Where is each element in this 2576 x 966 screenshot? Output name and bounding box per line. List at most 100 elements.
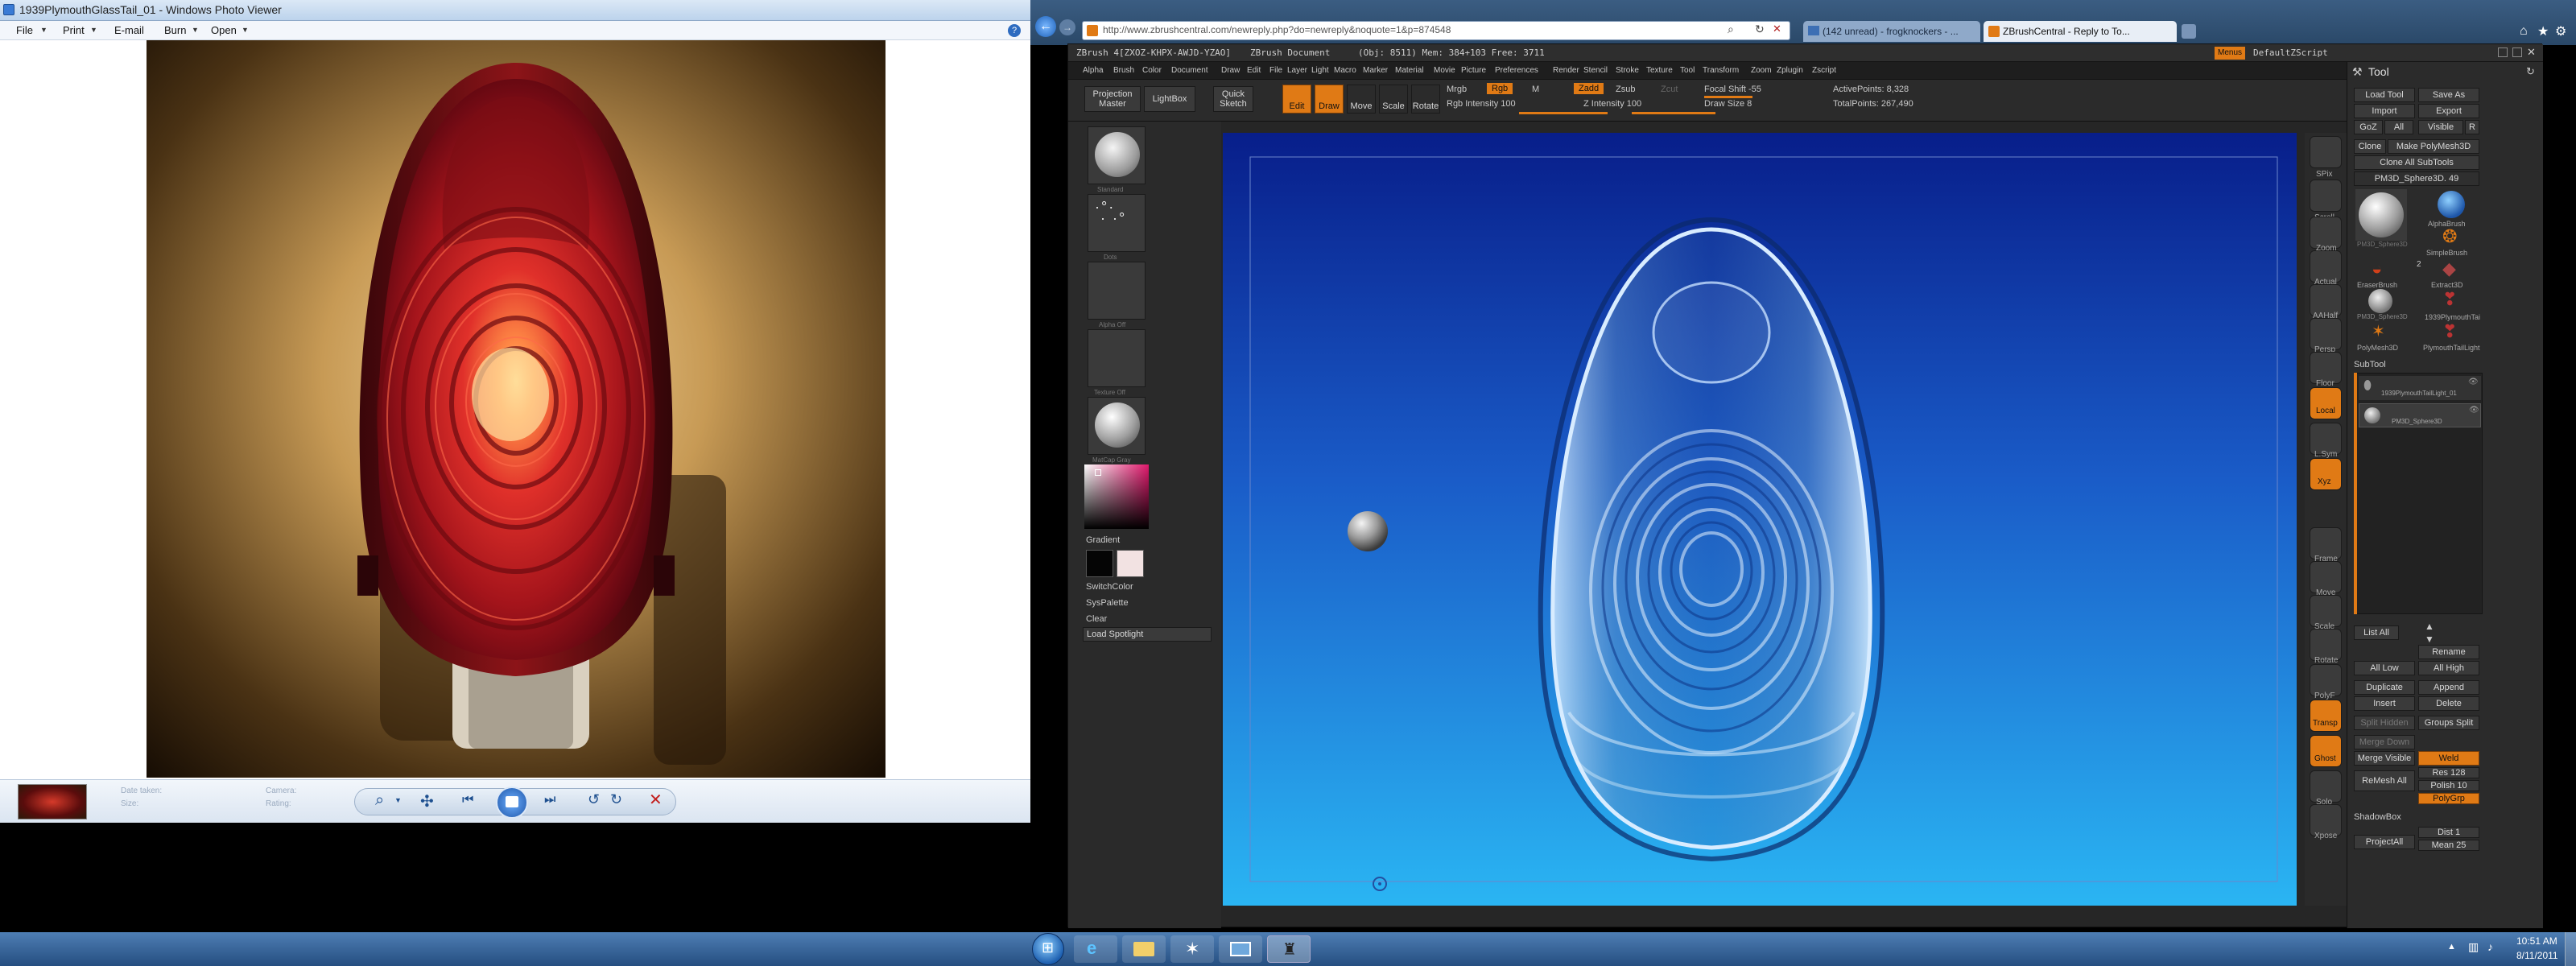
address-search-icon[interactable]: ⌕ [1728, 23, 1734, 36]
menus-toggle[interactable]: Menus [2215, 47, 2246, 60]
res-slider[interactable]: Res 128 [2418, 767, 2479, 778]
clock-time[interactable]: 10:51 AM [2516, 935, 2557, 947]
all-low-button[interactable]: All Low [2354, 661, 2415, 675]
clock-date[interactable]: 8/11/2011 [2516, 950, 2558, 961]
draw-mode-button[interactable]: Draw [1315, 85, 1344, 114]
goz-button[interactable]: GoZ [2354, 120, 2383, 134]
tray-network-icon[interactable]: ▥ [2468, 940, 2479, 954]
settings-gear-icon[interactable]: ⚙ [2555, 23, 2566, 39]
stroke-thumbnail[interactable]: ·°· · ·° [1088, 194, 1146, 252]
zmenu-marker[interactable]: Marker [1363, 66, 1388, 75]
subtool-up-arrow-icon[interactable]: ▲ [2425, 621, 2434, 632]
menu-email[interactable]: E-mail [114, 24, 144, 36]
current-tool-slider[interactable]: PM3D_Sphere3D. 49 [2354, 171, 2479, 186]
plymouth-tail-small-icon[interactable]: ❣ [2442, 289, 2457, 310]
polymesh3d-icon[interactable]: ✶ [2372, 321, 2385, 341]
rgb-intensity-slider[interactable]: Rgb Intensity 100 [1447, 99, 1516, 109]
export-button[interactable]: Export [2418, 104, 2479, 118]
zmenu-zplugin[interactable]: Zplugin [1777, 66, 1803, 75]
extract3d-icon[interactable]: ◆ [2442, 258, 2456, 279]
previous-icon[interactable]: ⏮ [462, 793, 473, 807]
split-hidden-button[interactable]: Split Hidden [2354, 716, 2415, 730]
zoom-dropdown-arrow[interactable]: ▼ [394, 796, 402, 804]
next-icon[interactable]: ⏭ [544, 793, 555, 807]
secondary-color-swatch[interactable] [1117, 550, 1144, 577]
menu-file[interactable]: File [16, 24, 33, 36]
duplicate-button[interactable]: Duplicate [2354, 680, 2415, 695]
texture-thumbnail[interactable] [1088, 329, 1146, 387]
scale-mode-button[interactable]: Scale [1379, 85, 1408, 114]
edit-mode-button[interactable]: Edit [1282, 85, 1311, 114]
zmenu-picture[interactable]: Picture [1461, 66, 1486, 75]
scroll-button[interactable] [2310, 180, 2342, 212]
save-as-button[interactable]: Save As [2418, 88, 2479, 102]
clone-button[interactable]: Clone [2354, 139, 2386, 154]
zmenu-render[interactable]: Render [1553, 66, 1579, 75]
new-tab-button[interactable] [2182, 24, 2196, 39]
groups-split-button[interactable]: Groups Split [2418, 716, 2479, 730]
focal-shift-slider[interactable]: Focal Shift -55 [1704, 85, 1761, 94]
tray-arrow-icon[interactable]: ▲ [2447, 942, 2456, 952]
pm3d-sphere-small-icon[interactable] [2368, 289, 2392, 313]
spix-button[interactable] [2310, 136, 2342, 168]
subtool-header[interactable]: SubTool [2354, 360, 2386, 369]
refresh-icon[interactable]: ↻ [1755, 23, 1765, 36]
zoom-icon[interactable]: ⌕ [375, 791, 384, 810]
move-mode-button[interactable]: Move [1347, 85, 1376, 114]
project-all-button[interactable]: ProjectAll [2354, 835, 2415, 849]
subtool-scroll-bar[interactable] [2354, 373, 2357, 614]
taskbar-photo-viewer-icon[interactable] [1219, 935, 1262, 963]
alpha-thumbnail[interactable] [1088, 262, 1146, 320]
subtool-down-arrow-icon[interactable]: ▼ [2425, 634, 2434, 645]
merge-down-button[interactable]: Merge Down [2354, 735, 2415, 749]
zadd-button[interactable]: Zadd [1574, 83, 1604, 94]
import-button[interactable]: Import [2354, 104, 2415, 118]
menu-burn[interactable]: Burn [164, 24, 186, 36]
plymouth-tail-light-icon[interactable]: ❣ [2442, 321, 2457, 342]
make-polymesh-button[interactable]: Make PolyMesh3D [2388, 139, 2479, 154]
subtool-row-sphere[interactable]: PM3D_Sphere3D 👁 [2359, 403, 2481, 427]
menu-open[interactable]: Open [211, 24, 237, 36]
goz-all-button[interactable]: All [2384, 120, 2413, 134]
zmenu-material[interactable]: Material [1395, 66, 1424, 75]
zbrush-close-icon[interactable]: ✕ [2527, 46, 2536, 59]
dist-slider[interactable]: Dist 1 [2418, 827, 2479, 838]
help-icon[interactable]: ? [1008, 24, 1021, 37]
switch-color-button[interactable]: SwitchColor [1086, 582, 1133, 592]
zmenu-stencil[interactable]: Stencil [1583, 66, 1608, 75]
all-high-button[interactable]: All High [2418, 661, 2479, 675]
load-tool-button[interactable]: Load Tool [2354, 88, 2415, 102]
alpha-brush-icon[interactable] [2438, 191, 2465, 218]
merge-visible-button[interactable]: Merge Visible [2354, 751, 2415, 766]
delete-icon[interactable]: ✕ [649, 790, 663, 810]
projection-master-button[interactable]: Projection Master [1084, 86, 1141, 112]
zbrush-minimize-icon[interactable] [2498, 47, 2508, 57]
subtool-row-tail[interactable]: ⬮ 1939PlymouthTailLight_01 👁 [2359, 376, 2481, 400]
subtool-tail-visibility-icon[interactable]: 👁 [2468, 378, 2479, 386]
taskbar-explorer-icon[interactable] [1122, 935, 1166, 963]
zmenu-draw[interactable]: Draw [1221, 66, 1240, 75]
favorites-icon[interactable]: ★ [2537, 23, 2549, 39]
rotate-mode-button[interactable]: Rotate [1411, 85, 1440, 114]
home-icon[interactable]: ⌂ [2520, 24, 2528, 39]
rename-button[interactable]: Rename [2418, 645, 2479, 659]
load-spotlight-button[interactable]: Load Spotlight [1083, 627, 1212, 642]
clone-all-subtools-button[interactable]: Clone All SubTools [2354, 155, 2479, 170]
remesh-all-button[interactable]: ReMesh All [2354, 770, 2415, 791]
zsub-button[interactable]: Zsub [1616, 85, 1635, 94]
zmenu-preferences[interactable]: Preferences [1495, 66, 1538, 75]
gradient-label[interactable]: Gradient [1086, 535, 1120, 545]
zmenu-brush[interactable]: Brush [1113, 66, 1134, 75]
delete-button[interactable]: Delete [2418, 696, 2479, 711]
sys-palette-button[interactable]: SysPalette [1086, 598, 1129, 608]
weld-toggle[interactable]: Weld [2418, 751, 2479, 766]
browser-tab-zbrushcentral[interactable]: ZBrushCentral - Reply to To... [1984, 21, 2177, 42]
goz-r-button[interactable]: R [2465, 120, 2479, 134]
zmenu-document[interactable]: Document [1171, 66, 1208, 75]
zmenu-macro[interactable]: Macro [1334, 66, 1356, 75]
color-picker[interactable] [1084, 464, 1149, 529]
tray-volume-icon[interactable]: ♪ [2487, 940, 2493, 953]
lightbox-button[interactable]: LightBox [1144, 86, 1195, 112]
mean-slider[interactable]: Mean 25 [2418, 840, 2479, 851]
m-button[interactable]: M [1532, 85, 1539, 94]
